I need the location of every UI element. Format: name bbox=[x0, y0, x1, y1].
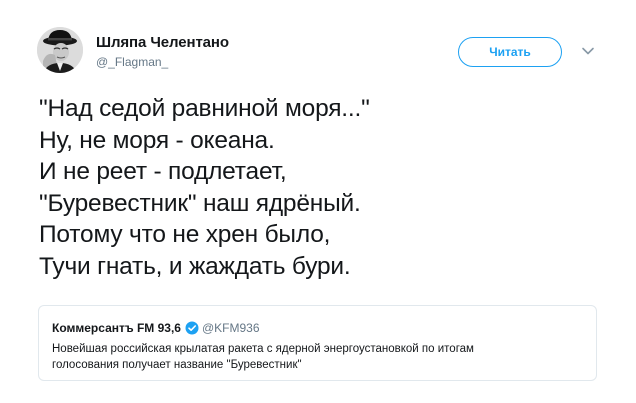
quoted-tweet-card[interactable]: Коммерсантъ FM 93,6 @KFM936 Новейшая рос… bbox=[38, 305, 597, 381]
avatar[interactable] bbox=[37, 27, 83, 73]
tweet-line: Потому что не хрен было, bbox=[39, 221, 331, 248]
tweet: Шляпа Челентано @_Flagman_ Читать "Над с… bbox=[0, 0, 636, 403]
tweet-line: Ну, не моря - океана. bbox=[39, 126, 275, 154]
tweet-line: Тучи гнать, и жаждать бури. bbox=[39, 252, 351, 280]
tweet-line: "Буревестник" наш ядрёный. bbox=[39, 189, 361, 217]
quoted-tweet-header: Коммерсантъ FM 93,6 @KFM936 bbox=[52, 321, 260, 335]
quoted-text-line: голосования получает название "Буревестн… bbox=[52, 359, 302, 371]
author-handle[interactable]: @_Flagman_ bbox=[96, 55, 168, 69]
quoted-author-name: Коммерсантъ FM 93,6 bbox=[52, 321, 181, 335]
avatar-image bbox=[37, 27, 83, 73]
quoted-tweet-text: Новейшая российская крылатая ракета с яд… bbox=[52, 341, 582, 373]
tweet-line: И не реет - подлетает, bbox=[39, 158, 287, 185]
quoted-author-handle: @KFM936 bbox=[201, 321, 260, 335]
follow-button[interactable]: Читать bbox=[458, 37, 562, 67]
chevron-down-icon[interactable] bbox=[581, 44, 595, 58]
verified-badge-icon bbox=[185, 321, 199, 335]
tweet-line: "Над седой равниной моря..." bbox=[39, 95, 370, 122]
quoted-text-line: Новейшая российская крылатая ракета с яд… bbox=[52, 343, 474, 355]
tweet-text: "Над седой равниной моря..." Ну, не моря… bbox=[39, 93, 609, 282]
author-name[interactable]: Шляпа Челентано bbox=[96, 34, 229, 51]
